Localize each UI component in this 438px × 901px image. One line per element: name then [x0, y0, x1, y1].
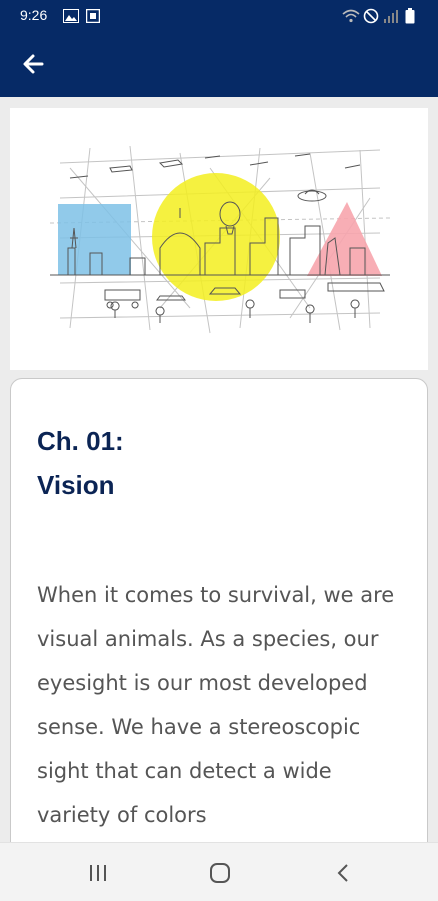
- chapter-card: Ch. 01: Vision When it comes to survival…: [10, 378, 428, 898]
- app-bar: [0, 30, 438, 97]
- arrow-left-icon: [23, 54, 44, 74]
- recents-icon: [90, 865, 106, 881]
- wifi-icon: [342, 8, 360, 27]
- system-navigation-bar: [0, 842, 438, 901]
- chapter-illustration: [10, 108, 428, 370]
- status-bar: 9:26: [0, 0, 438, 30]
- home-icon: [210, 863, 230, 883]
- recents-button[interactable]: [83, 859, 113, 889]
- back-button[interactable]: [18, 50, 52, 78]
- signal-icon: [383, 8, 401, 27]
- home-button[interactable]: [205, 859, 235, 889]
- chapter-heading: Ch. 01: Vision: [37, 419, 124, 507]
- chapter-body-text: When it comes to survival, we are visual…: [37, 583, 395, 827]
- battery-icon: [405, 8, 415, 28]
- status-time: 9:26: [20, 7, 48, 23]
- chapter-number: Ch. 01:: [37, 426, 124, 456]
- nav-back-button[interactable]: [328, 859, 358, 889]
- chapter-title: Vision: [37, 470, 115, 500]
- back-icon: [337, 864, 348, 882]
- do-not-disturb-icon: [363, 8, 379, 28]
- image-icon: [63, 8, 79, 27]
- square-notification-icon: [85, 8, 101, 27]
- city-sketch-illustration: [49, 145, 391, 334]
